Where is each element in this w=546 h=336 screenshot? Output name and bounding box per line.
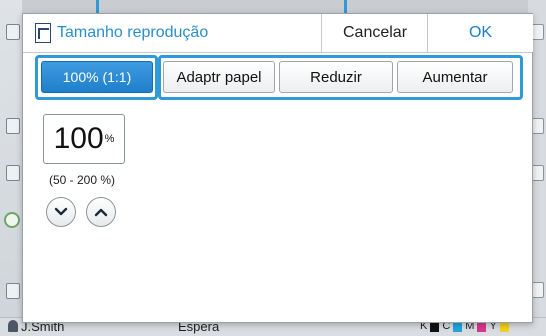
increase-button[interactable]	[86, 197, 116, 227]
dialog-title: Tamanho reprodução	[57, 24, 209, 41]
user-icon	[8, 320, 18, 332]
zoom-range: (50 - 200 %)	[49, 173, 116, 187]
side-document-icon	[6, 24, 20, 40]
chevron-down-icon	[54, 207, 68, 216]
decrease-button[interactable]	[46, 197, 76, 227]
document-icon	[35, 23, 51, 43]
background-side-panel	[0, 0, 22, 336]
side-tool-icon	[6, 283, 20, 299]
reproduction-size-dialog: Tamanho reprodução Cancelar OK 100% (1:1…	[22, 13, 533, 323]
mode-fit-paper-button[interactable]: Adaptr papel	[163, 61, 275, 93]
zoom-value-field[interactable]: 100%	[43, 114, 125, 164]
side-document-icon	[6, 118, 20, 134]
mode-enlarge-button[interactable]: Aumentar	[397, 61, 513, 93]
dialog-titlebar: Tamanho reprodução Cancelar OK	[23, 14, 533, 53]
zoom-value: 100	[53, 122, 104, 155]
side-check-icon	[4, 212, 20, 228]
side-document-icon	[6, 165, 20, 181]
chevron-up-icon	[94, 208, 108, 217]
cancel-button[interactable]: Cancelar	[321, 14, 428, 52]
mode-100-percent-button[interactable]: 100% (1:1)	[41, 61, 153, 93]
ok-button[interactable]: OK	[427, 14, 533, 52]
zoom-unit: %	[104, 133, 115, 145]
mode-reduce-button[interactable]: Reduzir	[279, 61, 393, 93]
